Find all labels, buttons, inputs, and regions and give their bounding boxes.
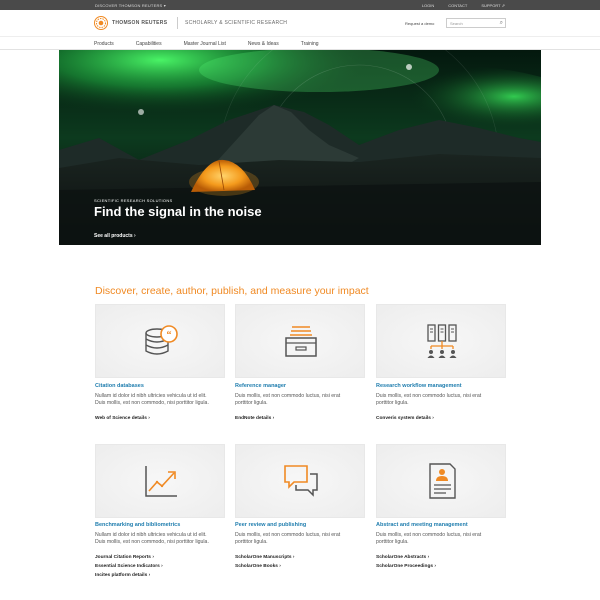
nav-item-training[interactable]: Training — [301, 41, 319, 47]
svg-text:“: “ — [167, 330, 172, 341]
card-title-abstract[interactable]: Abstract and meeting management — [376, 522, 468, 528]
card-image-reference[interactable] — [235, 304, 365, 378]
trend-chart-icon — [145, 466, 177, 497]
scholarone-manuscripts-link[interactable]: ScholarOne Manuscripts › — [235, 555, 294, 560]
search-placeholder: Search — [450, 21, 463, 26]
chevron-right-icon: › — [427, 555, 430, 560]
search-icon[interactable]: ⌕ — [500, 20, 503, 26]
link-label: Essential Science Indicators — [95, 564, 160, 569]
desc-line: Duis mollis, est non commodo luctus, nis… — [376, 532, 482, 538]
card-title-workflow[interactable]: Research workflow management — [376, 383, 462, 389]
workflow-servers-icon — [427, 324, 457, 358]
chevron-right-icon: › — [279, 564, 281, 569]
desc-line: Duis mollis, est non commodo, nisi portt… — [95, 539, 209, 545]
card-desc-reference: Duis mollis, est non commodo luctus, nis… — [235, 393, 365, 407]
support-label: SUPPORT — [481, 3, 501, 8]
card-image-workflow[interactable] — [376, 304, 506, 378]
card-desc-peer-review: Duis mollis, est non commodo luctus, nis… — [235, 532, 365, 546]
desc-line: porttitor ligula. — [376, 400, 409, 406]
hero-title: Find the signal in the noise — [94, 204, 262, 219]
chevron-right-icon: › — [148, 416, 150, 421]
main-nav: Products Capabilities Master Journal Lis… — [0, 36, 600, 50]
hero-eyebrow: SCIENTIFIC RESEARCH SOLUTIONS — [94, 198, 173, 203]
brand-name: THOMSON REUTERS — [112, 20, 168, 26]
chevron-right-icon: › — [148, 573, 151, 578]
link-label: EndNote details — [235, 416, 272, 421]
external-link-icon: ⇗ — [501, 3, 505, 8]
card-desc-abstract: Duis mollis, est non commodo luctus, nis… — [376, 532, 506, 546]
thomson-reuters-logo-icon[interactable] — [94, 16, 108, 30]
chevron-right-icon: › — [434, 564, 437, 569]
converis-link[interactable]: Converis system details › — [376, 416, 434, 421]
link-label: Journal Citation Reports — [95, 555, 151, 560]
endnote-link[interactable]: EndNote details › — [235, 416, 274, 421]
incites-link[interactable]: Incites platform details › — [95, 573, 150, 578]
chevron-right-icon: › — [161, 564, 163, 569]
desc-line: Duis mollis, est non commodo luctus, nis… — [235, 532, 341, 538]
section-headline: Discover, create, author, publish, and m… — [95, 285, 369, 297]
card-image-peer-review[interactable] — [235, 444, 365, 518]
link-label: Converis system details — [376, 416, 431, 421]
discover-menu[interactable]: DISCOVER THOMSON REUTERS ▾ — [95, 3, 166, 8]
desc-line: porttitor ligula. — [235, 400, 268, 406]
desc-line: Duis mollis, est non commodo luctus, nis… — [376, 393, 482, 399]
link-label: ScholarOne Manuscripts — [235, 555, 292, 560]
chevron-right-icon: › — [292, 555, 295, 560]
link-label: ScholarOne Proceedings — [376, 564, 434, 569]
link-label: Web of Science details — [95, 416, 147, 421]
chevron-right-icon: › — [152, 555, 154, 560]
login-link[interactable]: LOGIN — [422, 3, 434, 8]
card-image-citation[interactable]: “ — [95, 304, 225, 378]
chevron-right-icon: › — [432, 416, 434, 421]
card-image-benchmarking[interactable] — [95, 444, 225, 518]
scholarone-books-link[interactable]: ScholarOne Books › — [235, 564, 281, 569]
contact-link[interactable]: CONTACT — [448, 3, 467, 8]
support-link[interactable]: SUPPORT ⇗ — [481, 3, 505, 8]
see-all-products-link[interactable]: See all products › — [94, 233, 136, 239]
card-title-benchmarking[interactable]: Benchmarking and bibliometrics — [95, 522, 180, 528]
card-title-citation[interactable]: Citation databases — [95, 383, 144, 389]
search-input[interactable]: Search ⌕ — [446, 18, 506, 28]
discover-label: DISCOVER THOMSON REUTERS — [95, 3, 163, 8]
desc-line: Duis mollis, est non commodo luctus, nis… — [235, 393, 341, 399]
desc-line: Nullam id dolor id nibh ultricies vehicu… — [95, 393, 207, 399]
card-title-reference[interactable]: Reference manager — [235, 383, 286, 389]
desc-line: Nullam id dolor id nibh ultricies vehicu… — [95, 532, 207, 538]
card-title-peer-review[interactable]: Peer review and publishing — [235, 522, 306, 528]
link-label: Incites platform details — [95, 573, 148, 578]
request-demo-link[interactable]: Request a demo — [405, 21, 434, 26]
card-image-abstract[interactable] — [376, 444, 506, 518]
desc-line: porttitor ligula. — [376, 539, 409, 545]
journal-citation-reports-link[interactable]: Journal Citation Reports › — [95, 555, 154, 560]
nav-item-master-journal-list[interactable]: Master Journal List — [184, 41, 226, 47]
scholarone-abstracts-link[interactable]: ScholarOne Abstracts › — [376, 555, 429, 560]
desc-line: Duis mollis, est non commodo, nisi portt… — [95, 400, 209, 406]
brand-divider — [177, 17, 178, 29]
cta-label: See all products — [94, 233, 133, 239]
database-quote-icon: “ — [145, 325, 178, 355]
chevron-right-icon: › — [272, 416, 275, 421]
abstract-document-icon — [429, 463, 456, 499]
hero-banner: SCIENTIFIC RESEARCH SOLUTIONS Find the s… — [59, 50, 541, 245]
card-desc-benchmarking: Nullam id dolor id nibh ultricies vehicu… — [95, 532, 225, 546]
link-label: ScholarOne Abstracts — [376, 555, 427, 560]
essential-science-indicators-link[interactable]: Essential Science Indicators › — [95, 564, 163, 569]
inbox-tray-icon — [285, 326, 317, 357]
web-of-science-link[interactable]: Web of Science details › — [95, 416, 150, 421]
chevron-right-icon: › — [134, 233, 136, 239]
chat-bubbles-icon — [284, 465, 318, 497]
scholarone-proceedings-link[interactable]: ScholarOne Proceedings › — [376, 564, 436, 569]
desc-line: porttitor ligula. — [235, 539, 268, 545]
nav-item-news-ideas[interactable]: News & Ideas — [248, 41, 279, 47]
card-desc-workflow: Duis mollis, est non commodo luctus, nis… — [376, 393, 506, 407]
brand-header: THOMSON REUTERS SCHOLARLY & SCIENTIFIC R… — [0, 10, 600, 36]
card-desc-citation: Nullam id dolor id nibh ultricies vehicu… — [95, 393, 225, 407]
nav-item-capabilities[interactable]: Capabilities — [136, 41, 162, 47]
utility-bar: DISCOVER THOMSON REUTERS ▾ LOGIN CONTACT… — [0, 0, 600, 10]
nav-item-products[interactable]: Products — [94, 41, 114, 47]
division-name: SCHOLARLY & SCIENTIFIC RESEARCH — [185, 20, 288, 26]
link-label: ScholarOne Books — [235, 564, 278, 569]
